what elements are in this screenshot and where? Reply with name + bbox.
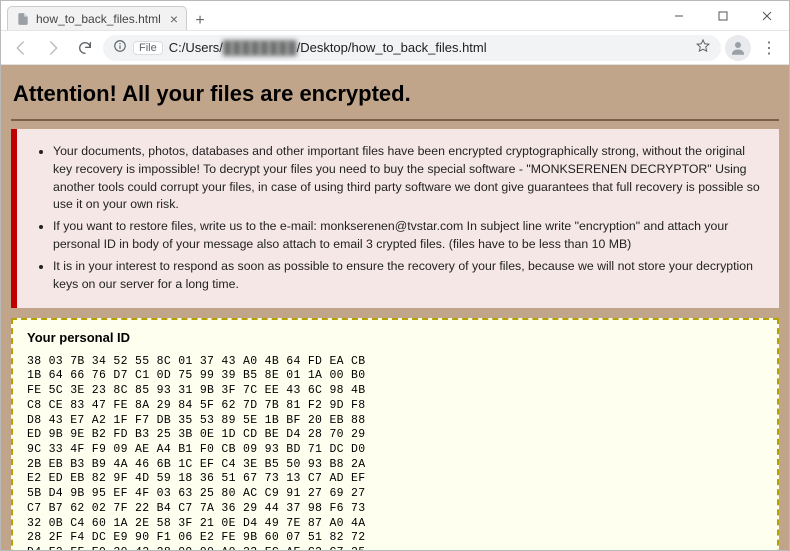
warning-note: Your documents, photos, databases and ot…: [11, 129, 779, 308]
list-item: If you want to restore files, write us t…: [53, 218, 765, 254]
titlebar: how_to_back_files.html × +: [1, 1, 789, 31]
tab-title: how_to_back_files.html: [36, 12, 161, 26]
menu-button[interactable]: ⋮: [755, 38, 783, 58]
browser-tab[interactable]: how_to_back_files.html ×: [7, 6, 187, 30]
page-content: Attention! All your files are encrypted.…: [1, 65, 789, 550]
url-scheme-chip: File: [133, 41, 163, 55]
info-icon[interactable]: [113, 39, 127, 56]
list-item: Your documents, photos, databases and ot…: [53, 143, 765, 214]
tab-strip: how_to_back_files.html × +: [1, 1, 213, 30]
bookmark-icon[interactable]: [695, 38, 711, 57]
maximize-button[interactable]: [701, 1, 745, 30]
tab-close-icon[interactable]: ×: [170, 11, 178, 27]
reload-button[interactable]: [71, 34, 99, 62]
warning-list: Your documents, photos, databases and ot…: [35, 143, 765, 294]
close-button[interactable]: [745, 1, 789, 30]
hex-dump: 38 03 7B 34 52 55 8C 01 37 43 A0 4B 64 F…: [27, 355, 763, 550]
browser-window: how_to_back_files.html × + File C:/U: [0, 0, 790, 551]
id-title: Your personal ID: [27, 330, 763, 345]
forward-button[interactable]: [39, 34, 67, 62]
address-bar[interactable]: File C:/Users/████████/Desktop/how_to_ba…: [103, 35, 721, 61]
url-path: C:/Users/████████/Desktop/how_to_back_fi…: [169, 40, 487, 55]
profile-avatar[interactable]: [725, 35, 751, 61]
list-item: It is in your interest to respond as soo…: [53, 258, 765, 294]
window-controls: [657, 1, 789, 30]
minimize-button[interactable]: [657, 1, 701, 30]
toolbar: File C:/Users/████████/Desktop/how_to_ba…: [1, 31, 789, 65]
file-icon: [16, 12, 30, 26]
personal-id-box: Your personal ID 38 03 7B 34 52 55 8C 01…: [11, 318, 779, 550]
new-tab-button[interactable]: +: [187, 12, 213, 30]
page-title: Attention! All your files are encrypted.: [11, 75, 779, 121]
back-button[interactable]: [7, 34, 35, 62]
